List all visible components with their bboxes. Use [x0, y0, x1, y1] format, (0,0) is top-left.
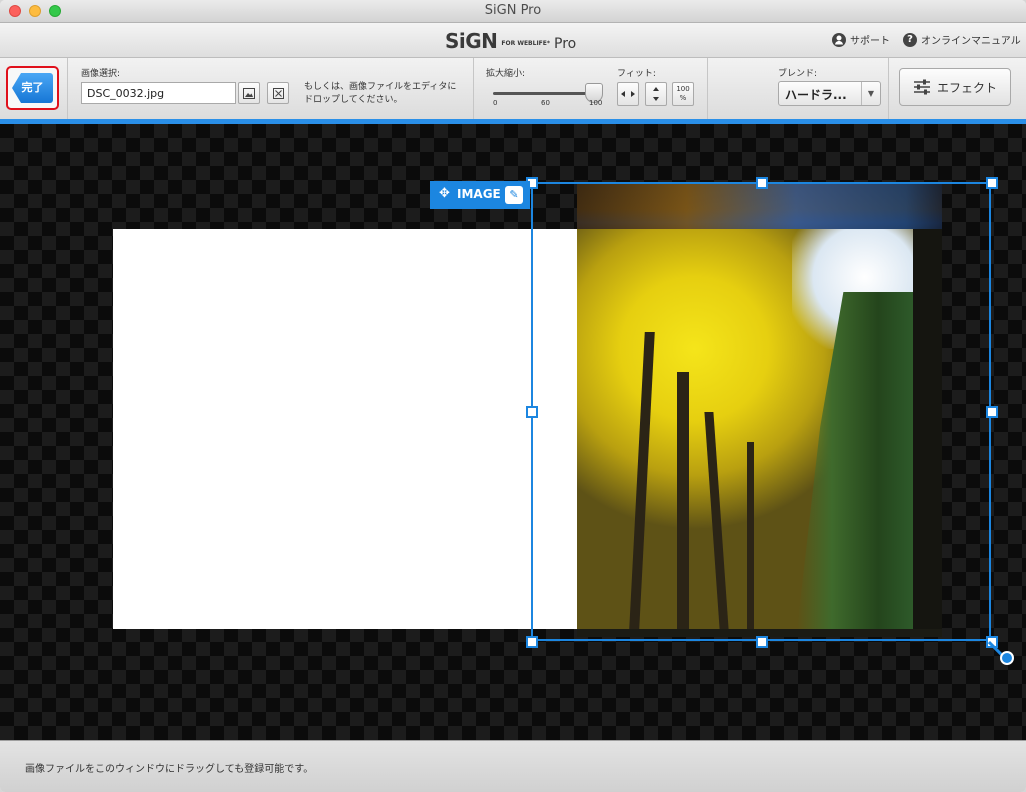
toolbar-divider: [707, 58, 708, 119]
zoom-slider-track[interactable]: [493, 92, 597, 95]
fit-vertical-icon: [653, 87, 659, 101]
support-icon: [832, 32, 846, 47]
clear-icon: [272, 88, 284, 99]
brand-logo: SiGN FOR WEBLIFE* Pro: [445, 29, 577, 53]
fit-percent-label: %: [679, 94, 687, 102]
title-bar: SiGN Pro: [0, 0, 1026, 23]
drop-hint-line1: もしくは、画像ファイルをエディタに: [304, 82, 457, 92]
window-title: SiGN Pro: [484, 3, 542, 18]
choose-image-button[interactable]: [238, 82, 260, 104]
toolbar: 完了 画像選択: もしくは、画像ファイルをエディタに ドロップしてください。 拡…: [0, 58, 1026, 120]
editor-canvas[interactable]: ✥ IMAGE ✎: [0, 124, 1026, 740]
resize-handle-top[interactable]: [756, 177, 768, 189]
resize-handle-right[interactable]: [986, 406, 998, 418]
help-icon: ?: [903, 32, 917, 47]
resize-handle-bottom[interactable]: [756, 636, 768, 648]
image-file-field[interactable]: [81, 82, 236, 104]
blend-label: ブレンド:: [778, 69, 818, 79]
rotate-handle[interactable]: [1000, 651, 1014, 665]
chevron-down-icon: ▼: [861, 82, 880, 105]
pencil-icon[interactable]: ✎: [505, 186, 523, 204]
toolbar-divider: [67, 58, 68, 119]
image-layer-label: IMAGE: [457, 187, 501, 201]
zoom-tick-max: 100: [589, 99, 603, 107]
online-manual-label: オンラインマニュアル: [921, 36, 1021, 47]
fit-width-button[interactable]: [617, 82, 639, 106]
toolbar-divider: [473, 58, 474, 119]
canvas-white-region: [113, 229, 577, 629]
blend-select[interactable]: ハードラ... ▼: [778, 81, 881, 106]
online-manual-link[interactable]: ? オンラインマニュアル: [903, 32, 1021, 47]
brand-sub-text: FOR WEBLIFE*: [501, 40, 551, 47]
image-select-label: 画像選択:: [81, 69, 121, 79]
toolbar-divider: [888, 58, 889, 119]
app-window: SiGN Pro SiGN FOR WEBLIFE* Pro サポート ? オン…: [0, 0, 1026, 792]
zoom-tick-mid: 60: [541, 99, 550, 107]
effect-label: エフェクト: [936, 80, 997, 95]
image-icon: [243, 88, 255, 99]
fit-horizontal-icon: [621, 91, 635, 97]
blend-value: ハードラ...: [785, 88, 847, 102]
drop-hint-line2: ドロップしてください。: [304, 95, 403, 105]
move-icon[interactable]: ✥: [439, 186, 450, 201]
image-layer-tag[interactable]: ✥ IMAGE ✎: [430, 181, 530, 209]
support-label: サポート: [850, 36, 890, 47]
status-bar: 画像ファイルをこのウィンドウにドラッグしても登録可能です。: [0, 740, 1026, 792]
zoom-tick-min: 0: [493, 99, 498, 107]
done-button[interactable]: 完了: [12, 73, 53, 103]
resize-handle-left[interactable]: [526, 406, 538, 418]
clear-image-button[interactable]: [267, 82, 289, 104]
fit-label: フィット:: [617, 69, 656, 79]
status-text: 画像ファイルをこのウィンドウにドラッグしても登録可能です。: [25, 764, 314, 775]
effect-button[interactable]: エフェクト: [899, 68, 1011, 106]
fit-100-label: 100: [676, 85, 690, 93]
selection-frame[interactable]: [531, 182, 991, 641]
drop-hint: もしくは、画像ファイルをエディタに ドロップしてください。: [304, 81, 469, 107]
resize-handle-bottom-left[interactable]: [526, 636, 538, 648]
brand-pro-text: Pro: [554, 36, 577, 52]
brand-logo-text: SiGN: [445, 29, 498, 53]
support-link[interactable]: サポート: [832, 32, 890, 47]
zoom-label: 拡大縮小:: [486, 69, 526, 79]
sliders-icon: [913, 79, 930, 95]
fit-100-button[interactable]: 100 %: [672, 82, 694, 106]
done-button-highlight: 完了: [6, 66, 59, 110]
fit-height-button[interactable]: [645, 82, 667, 106]
brand-bar: SiGN FOR WEBLIFE* Pro サポート ? オンラインマニュアル: [0, 23, 1026, 58]
resize-handle-top-right[interactable]: [986, 177, 998, 189]
